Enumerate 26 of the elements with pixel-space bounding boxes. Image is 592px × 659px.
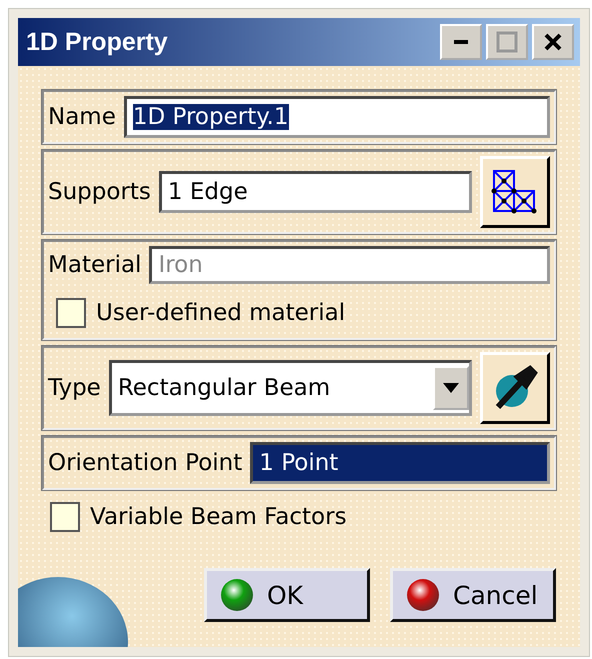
supports-label: Supports: [48, 179, 151, 205]
checkbox-label: User-defined material: [96, 300, 346, 326]
window-title: 1D Property: [26, 28, 169, 56]
checkbox[interactable]: [50, 502, 80, 532]
maximize-icon: [496, 31, 518, 53]
type-dropdown[interactable]: Rectangular Beam: [108, 360, 472, 416]
type-settings-button[interactable]: [480, 352, 550, 424]
close-button[interactable]: [532, 24, 574, 60]
supports-field[interactable]: 1 Edge: [158, 171, 472, 213]
material-label: Material: [48, 252, 142, 278]
checkbox-label: Variable Beam Factors: [90, 504, 347, 530]
close-icon: [543, 32, 563, 52]
dropdown-arrow-icon: [443, 383, 459, 393]
orientation-field[interactable]: 1 Point: [250, 442, 550, 484]
ok-icon: [221, 579, 253, 611]
material-field: Iron: [149, 246, 550, 284]
supports-button[interactable]: [480, 156, 550, 228]
orientation-label: Orientation Point: [48, 450, 242, 476]
minimize-icon: [454, 40, 468, 44]
name-label: Name: [48, 104, 116, 130]
cancel-button[interactable]: Cancel: [390, 568, 556, 622]
cancel-icon: [407, 579, 439, 611]
ok-button[interactable]: OK: [204, 568, 370, 622]
type-label: Type: [48, 375, 101, 401]
minimize-button[interactable]: [440, 24, 482, 60]
name-field[interactable]: 1D Property.1: [124, 96, 550, 138]
